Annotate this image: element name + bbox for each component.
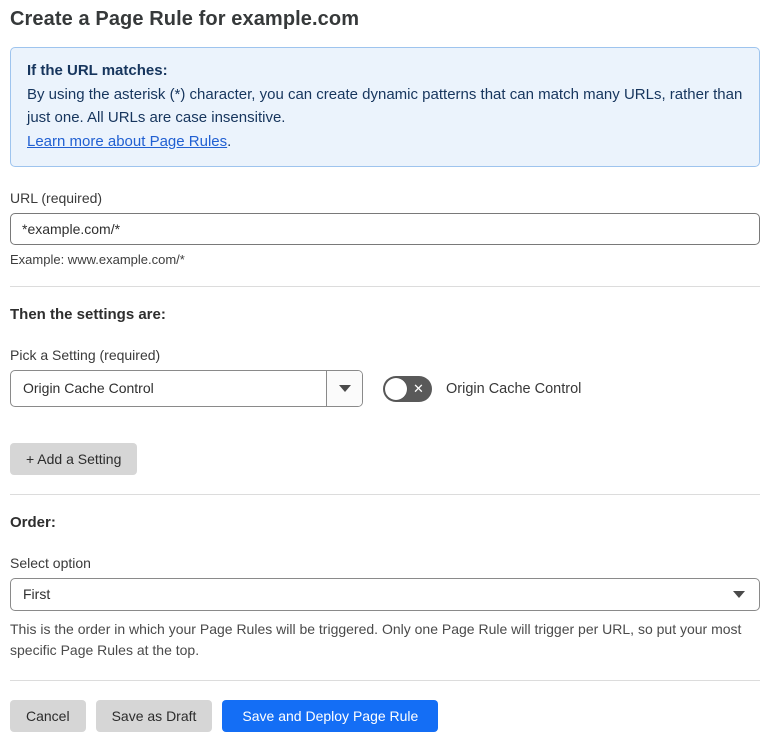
info-box-body: By using the asterisk (*) character, you… [27,85,743,127]
order-select[interactable]: First [10,577,760,611]
divider [10,285,760,287]
setting-row: Origin Cache Control ✕ Origin Cache Cont… [10,369,760,407]
footer-actions: Cancel Save as Draft Save and Deploy Pag… [10,699,760,732]
url-section: URL (required) Example: www.example.com/… [10,190,760,267]
url-label: URL (required) [10,189,103,206]
save-as-draft-button[interactable]: Save as Draft [95,699,213,732]
order-section: Order: Select option First This is the o… [10,514,760,661]
learn-more-link[interactable]: Learn more about Page Rules [27,133,227,150]
order-heading: Order: [10,513,56,531]
toggle-knob [385,377,407,400]
chevron-down-icon [733,590,745,598]
url-input[interactable] [10,212,760,245]
url-match-info-box: If the URL matches: By using the asteris… [10,47,760,167]
save-and-deploy-button[interactable]: Save and Deploy Page Rule [222,699,439,732]
origin-cache-control-toggle[interactable]: ✕ [383,375,432,402]
settings-heading: Then the settings are: [10,305,166,323]
link-suffix: . [227,133,232,151]
info-box-link-line: Learn more about Page Rules. [27,130,743,154]
pick-setting-label: Pick a Setting (required) [10,346,161,363]
toggle-label: Origin Cache Control [446,380,582,397]
order-select-value: First [23,586,51,603]
chevron-down-icon [338,384,351,392]
divider [10,493,760,495]
setting-dropdown-arrow-button[interactable] [326,370,362,406]
order-help-text: This is the order in which your Page Rul… [10,620,742,658]
info-box-heading: If the URL matches: [27,62,168,79]
setting-dropdown[interactable]: Origin Cache Control [10,369,363,407]
order-select-label: Select option [10,554,91,571]
settings-section: Then the settings are: Pick a Setting (r… [10,306,760,475]
cancel-button[interactable]: Cancel [10,699,86,732]
setting-dropdown-value: Origin Cache Control [23,380,154,397]
toggle-off-x-icon: ✕ [413,381,424,397]
url-example-hint: Example: www.example.com/* [10,251,185,267]
page-title: Create a Page Rule for example.com [10,8,360,30]
add-setting-button[interactable]: + Add a Setting [10,442,138,475]
create-page-rule-form: Create a Page Rule for example.com If th… [0,0,770,732]
setting-toggle-wrap: ✕ Origin Cache Control [383,375,582,402]
divider [10,679,760,681]
